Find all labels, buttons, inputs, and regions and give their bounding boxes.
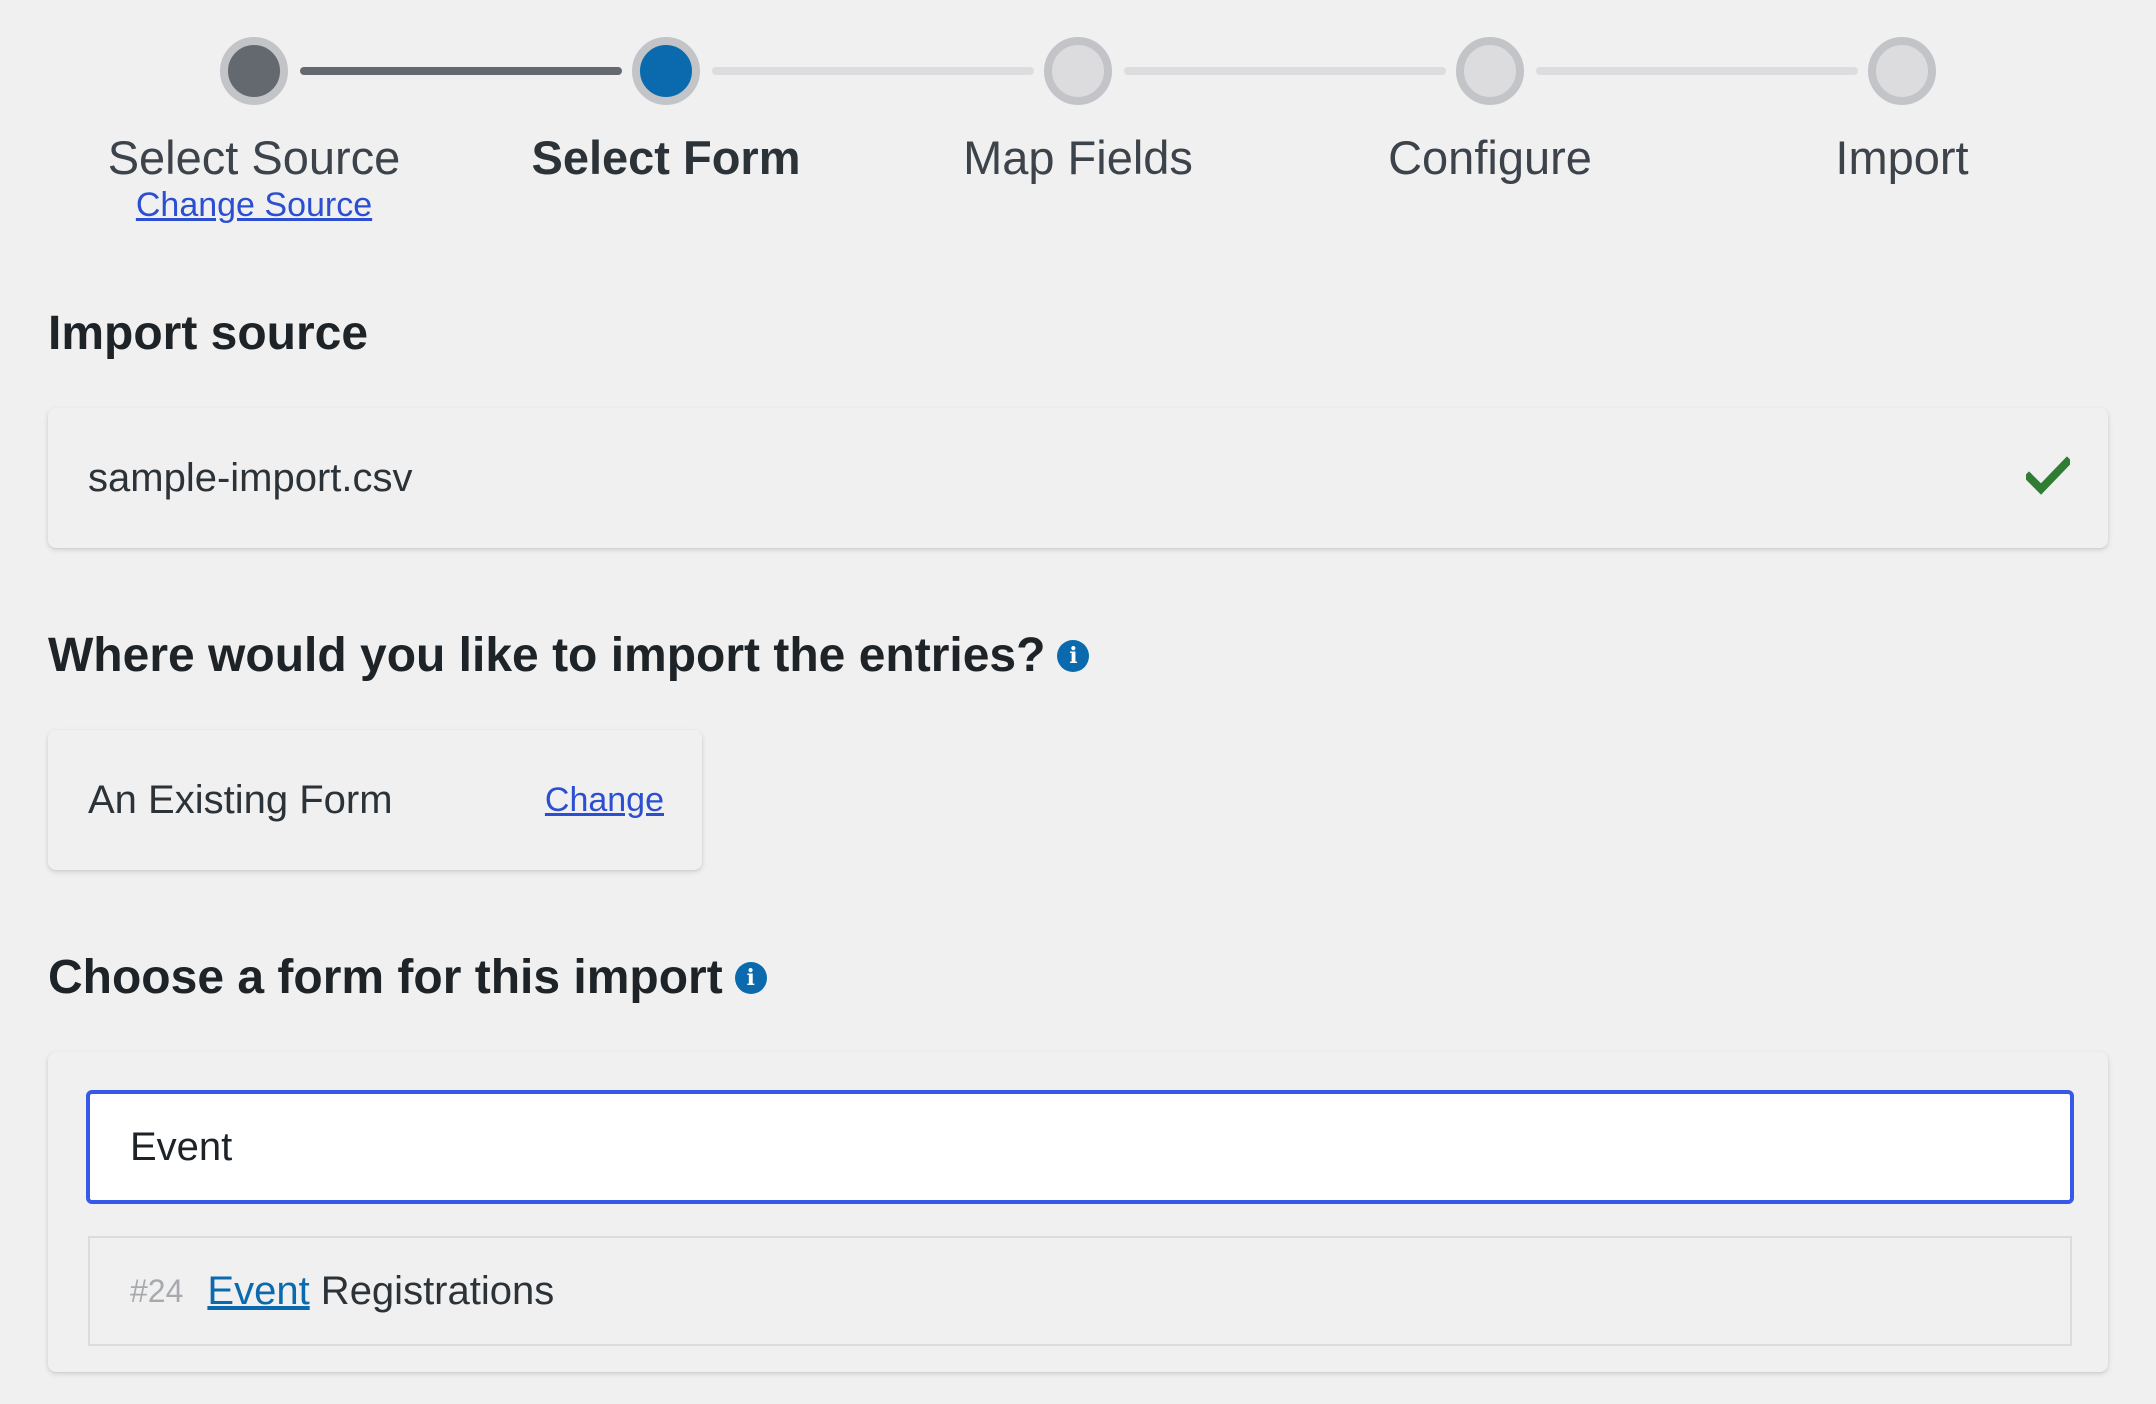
form-result-rest: Registrations bbox=[309, 1268, 555, 1313]
form-result-id: #24 bbox=[130, 1272, 184, 1309]
import-source-card: sample-import.csv bbox=[48, 408, 2108, 548]
step-indicator-map-fields bbox=[1044, 37, 1112, 105]
import-source-heading-text: Import source bbox=[48, 307, 369, 360]
change-destination-link[interactable]: Change bbox=[545, 730, 664, 870]
step-label-configure: Configure bbox=[1388, 131, 1592, 184]
form-choice-card: #24 Event Registrations bbox=[48, 1052, 2108, 1372]
change-source-link[interactable]: Change Source bbox=[44, 186, 464, 225]
destination-heading-text: Where would you like to import the entri… bbox=[48, 629, 1046, 682]
destination-card: An Existing Form Change bbox=[48, 730, 702, 870]
step-connector-4 bbox=[1536, 67, 1858, 75]
step-indicator-import bbox=[1868, 37, 1936, 105]
form-result-item[interactable]: #24 Event Registrations bbox=[88, 1236, 2072, 1346]
info-icon[interactable]: i bbox=[1057, 639, 1090, 672]
step-indicator-configure bbox=[1456, 37, 1524, 105]
step-label-select-form: Select Form bbox=[531, 131, 801, 184]
import-source-heading: Import source bbox=[48, 306, 368, 361]
import-stepper: Select Source Select Form Map Fields Con… bbox=[0, 0, 2156, 240]
step-connector-2 bbox=[712, 67, 1034, 75]
step-indicator-select-form bbox=[632, 37, 700, 105]
destination-selection: An Existing Form bbox=[88, 778, 393, 822]
form-choice-heading: Choose a form for this import i bbox=[48, 950, 767, 1005]
form-search-input[interactable] bbox=[86, 1090, 2074, 1204]
step-connector-3 bbox=[1124, 67, 1446, 75]
source-file-name: sample-import.csv bbox=[88, 456, 413, 500]
step-label-import: Import bbox=[1835, 131, 1969, 184]
step-label-select-source: Select Source bbox=[107, 131, 401, 184]
form-choice-heading-text: Choose a form for this import bbox=[48, 951, 723, 1004]
info-icon[interactable]: i bbox=[734, 961, 767, 994]
step-label-map-fields: Map Fields bbox=[963, 131, 1193, 184]
destination-heading: Where would you like to import the entri… bbox=[48, 628, 1090, 683]
form-result-match: Event bbox=[207, 1268, 310, 1313]
step-connector-1 bbox=[300, 67, 622, 75]
step-indicator-select-source bbox=[220, 37, 288, 105]
check-icon bbox=[2026, 456, 2070, 495]
